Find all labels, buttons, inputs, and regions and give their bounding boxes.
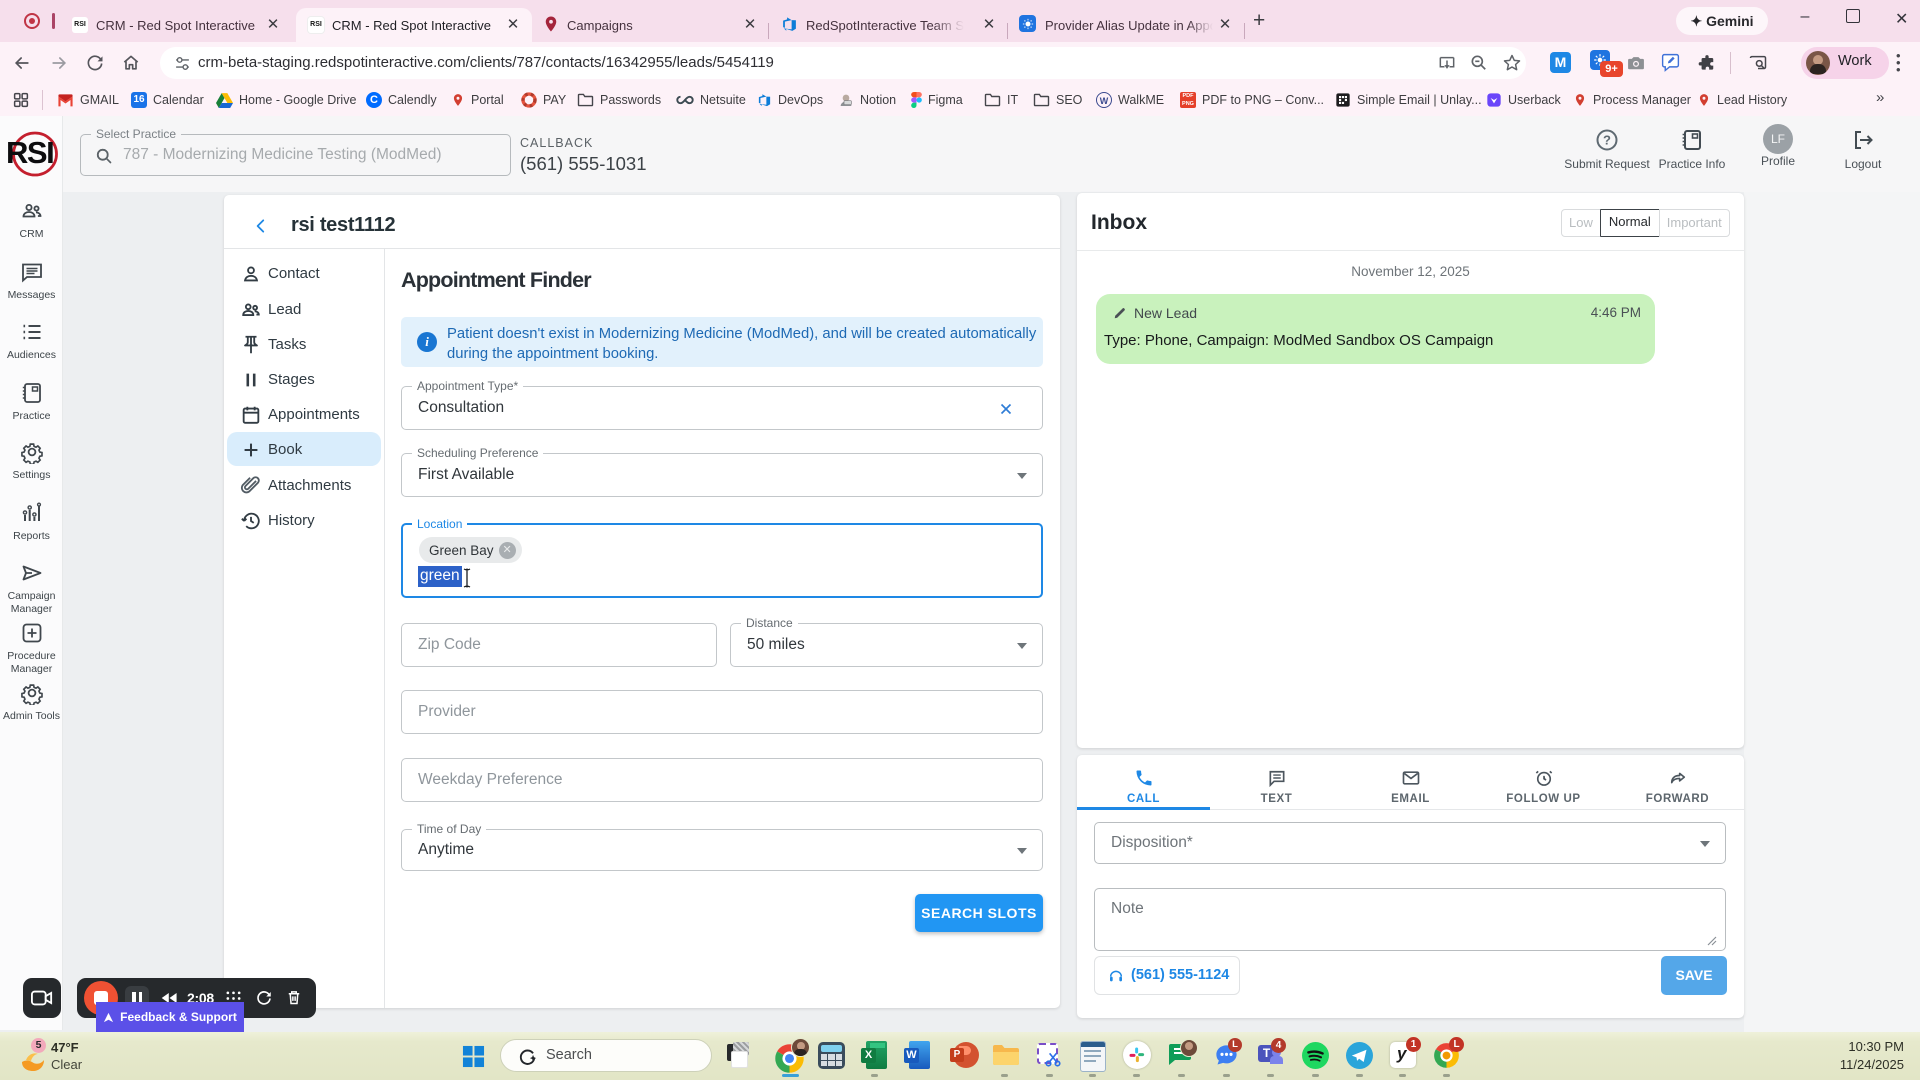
svg-text:?: ?	[1603, 133, 1611, 148]
